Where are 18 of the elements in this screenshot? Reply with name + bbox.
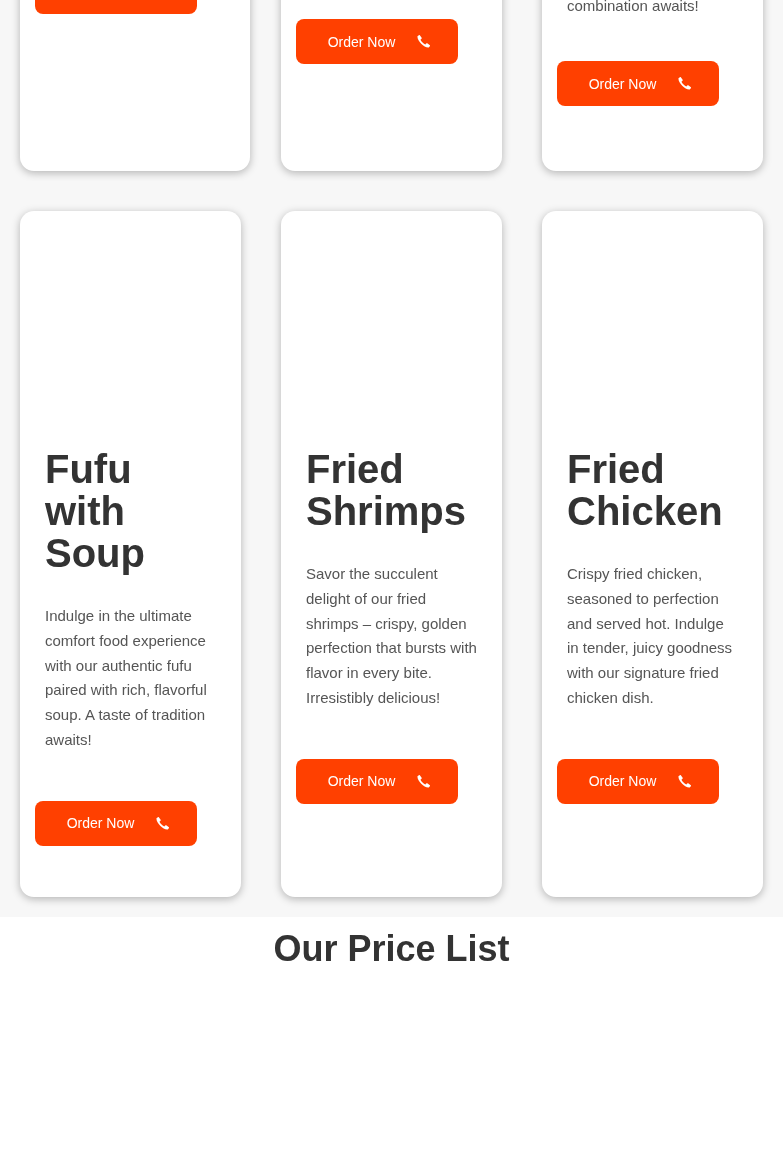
card-description: Indulge in the ultimate comfort food experience with our authentic fufu paired with rich, flavorful soup. A taste of tradition awaits! bbox=[45, 606, 208, 750]
section-heading: Our Price List bbox=[273, 929, 510, 969]
order-button[interactable]: Order Now bbox=[557, 758, 719, 804]
phone-icon bbox=[678, 77, 692, 90]
phone-icon bbox=[678, 774, 692, 788]
card-title: Fried Shrimps bbox=[306, 448, 468, 532]
card-title: Fufu with Soup bbox=[45, 448, 146, 574]
card-description: Crispy fried chicken, seasoned to perfection and served hot. Indulge in tender, juicy goodness with our signature fried chicken dish. bbox=[567, 564, 734, 708]
card-description: Savor the succulent delight of our fried shrimps – crispy, golden perfection that bursts with flavor in every bite. Irresistibly delicious! bbox=[306, 564, 477, 708]
card-title: Fried Chicken bbox=[567, 448, 724, 532]
phone-icon bbox=[417, 774, 431, 788]
order-button[interactable]: Order Now bbox=[557, 61, 719, 106]
phone-icon bbox=[156, 816, 170, 830]
order-button[interactable]: Order Now bbox=[296, 19, 458, 64]
order-button[interactable]: Order Now bbox=[296, 758, 458, 804]
card-description: combination awaits! bbox=[567, 0, 700, 17]
order-button[interactable]: Order Now bbox=[35, 800, 197, 846]
phone-icon bbox=[417, 35, 431, 48]
